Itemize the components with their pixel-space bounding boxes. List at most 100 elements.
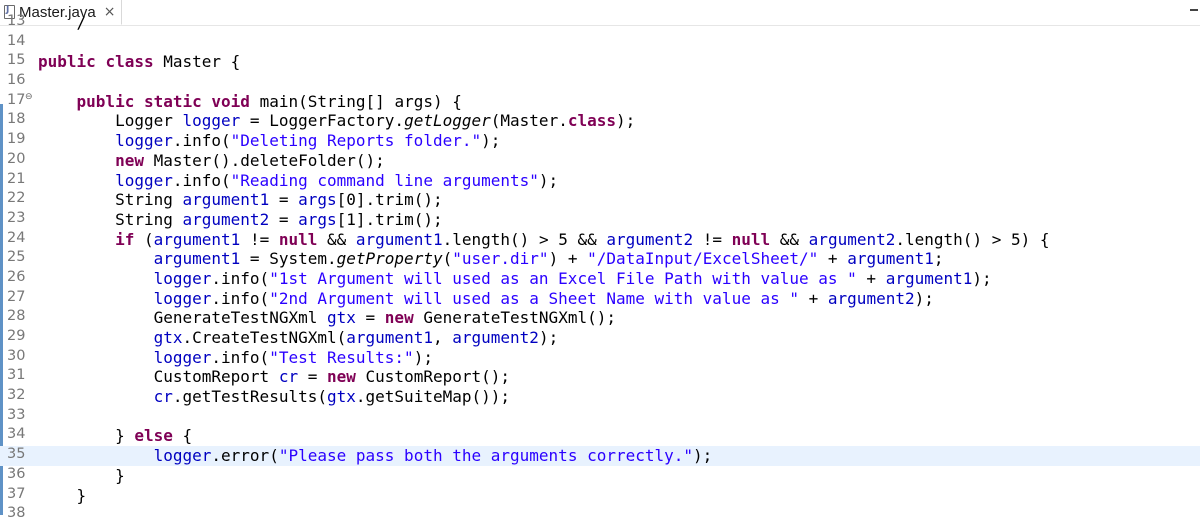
code-text: argument1 = System.getProperty("user.dir…	[38, 249, 944, 269]
line-number: 14	[7, 32, 26, 49]
code-token: Master().deleteFolder();	[153, 150, 385, 170]
code-token: logger	[115, 170, 173, 190]
code-line[interactable]: 27 logger.info("2nd Argument will used a…	[0, 289, 1200, 309]
code-line[interactable]: 20 new Master().deleteFolder();	[0, 151, 1200, 171]
code-text: cr.getTestResults(gtx.getSuiteMap());	[38, 387, 510, 407]
code-text: String argument2 = args[1].trim();	[38, 210, 443, 230]
code-text: String argument1 = args[0].trim();	[38, 190, 443, 210]
code-token: );	[413, 347, 433, 367]
code-token: .info(	[172, 131, 231, 151]
code-line[interactable]: 34 } else {	[0, 426, 1200, 446]
line-number: 36	[7, 465, 26, 482]
code-token: .info(	[211, 288, 270, 308]
line-number: 35	[7, 446, 26, 463]
code-token: logger	[153, 288, 212, 308]
code-text: public class Master {	[38, 52, 240, 72]
code-line[interactable]: 22 String argument1 = args[0].trim();	[0, 190, 1200, 210]
code-token: static	[143, 91, 212, 111]
code-token: .getSuiteMap());	[355, 387, 511, 407]
code-line[interactable]: 25 argument1 = System.getProperty("user.…	[0, 249, 1200, 269]
code-line[interactable]: 21 logger.info("Reading command line arg…	[0, 171, 1200, 191]
line-number: 34	[7, 426, 26, 443]
code-editor[interactable]: 13 /14 15 public class Master {16 17 ⊖ publi…	[0, 13, 1200, 521]
code-line[interactable]: 32 cr.getTestResults(gtx.getSuiteMap());	[0, 387, 1200, 407]
line-number: 13	[7, 13, 26, 29]
code-token: }	[38, 465, 125, 485]
code-token: getProperty	[336, 249, 443, 269]
code-text: }	[38, 485, 87, 506]
line-number: 30	[7, 347, 26, 364]
code-token: class	[567, 111, 616, 131]
code-token: argument1	[153, 229, 241, 249]
code-token: argument2	[606, 229, 694, 249]
line-number: 16	[7, 72, 26, 89]
line-number: 33	[7, 406, 26, 423]
code-line[interactable]: 18 Logger logger = LoggerFactory.getLogg…	[0, 111, 1200, 131]
code-token: );	[616, 111, 636, 131]
code-token: /	[38, 13, 87, 32]
code-line[interactable]: 26 logger.info("1st Argument will used a…	[0, 269, 1200, 289]
code-token: GenerateTestNGXml();	[423, 308, 616, 328]
code-token: CustomReport();	[365, 367, 511, 387]
code-line[interactable]: 29 gtx.CreateTestNGXml(argument1, argume…	[0, 328, 1200, 348]
code-token: !=	[240, 229, 279, 249]
code-line[interactable]: 35 logger.error("Please pass both the ar…	[0, 446, 1200, 466]
code-token: CustomReport	[38, 367, 279, 387]
code-token: cr	[278, 367, 299, 387]
code-text: logger.info("Test Results:");	[38, 348, 433, 368]
code-token: "Reading command line arguments"	[230, 170, 539, 190]
code-line[interactable]: 33	[0, 407, 1200, 427]
code-token: .info(	[211, 268, 270, 288]
code-line[interactable]: 24 if (argument1 != null && argument1.le…	[0, 230, 1200, 250]
code-line[interactable]: 28 GenerateTestNGXml gtx = new GenerateT…	[0, 308, 1200, 328]
code-text: public static void main(String[] args) {	[38, 92, 462, 112]
code-line[interactable]: 30 logger.info("Test Results:");	[0, 348, 1200, 368]
code-token: main(String[] args) {	[259, 91, 462, 111]
code-token: "Test Results:"	[269, 347, 414, 367]
code-token: =	[355, 308, 385, 328]
line-number: 20	[7, 150, 26, 167]
code-token: +	[856, 268, 886, 288]
code-line[interactable]: 14	[0, 33, 1200, 53]
code-line[interactable]: 38	[0, 505, 1200, 521]
code-line[interactable]: 15 public class Master {	[0, 52, 1200, 72]
line-number: 37	[7, 485, 26, 502]
code-token: "/DataInput/ExcelSheet/"	[587, 249, 819, 269]
code-token: }	[38, 426, 135, 446]
code-token: class	[105, 52, 164, 72]
line-number: 28	[7, 308, 26, 325]
code-token: new	[327, 367, 366, 387]
code-token: &&	[770, 229, 809, 249]
code-token: }	[38, 485, 87, 505]
code-line[interactable]: 16	[0, 72, 1200, 92]
code-line[interactable]: 36 }	[0, 466, 1200, 486]
code-token: +	[799, 288, 828, 308]
code-line[interactable]: 37 }	[0, 486, 1200, 506]
code-line[interactable]: 17 ⊖ public static void main(String[] arg…	[0, 92, 1200, 112]
minimize-icon[interactable]	[1190, 9, 1198, 11]
code-text: logger.info("2nd Argument will used as a…	[38, 289, 934, 309]
code-token: argument2	[827, 288, 915, 308]
code-token: args	[298, 190, 337, 210]
code-line[interactable]: 23 String argument2 = args[1].trim();	[0, 210, 1200, 230]
code-token: );	[914, 288, 934, 308]
code-token: null	[278, 229, 318, 249]
code-text: logger.info("1st Argument will used as a…	[38, 269, 992, 289]
collapse-icon[interactable]: ⊖	[25, 92, 33, 102]
code-line[interactable]: 19 logger.info("Deleting Reports folder.…	[0, 131, 1200, 151]
code-token: =	[269, 209, 299, 229]
code-token: if	[115, 229, 144, 249]
line-number: 32	[7, 387, 26, 404]
code-token: = System.	[240, 249, 337, 269]
code-token: .error(	[211, 446, 279, 466]
code-text: } else {	[38, 426, 192, 446]
code-line[interactable]: 13 /	[0, 13, 1200, 33]
code-line[interactable]: 31 CustomReport cr = new CustomReport();	[0, 367, 1200, 387]
